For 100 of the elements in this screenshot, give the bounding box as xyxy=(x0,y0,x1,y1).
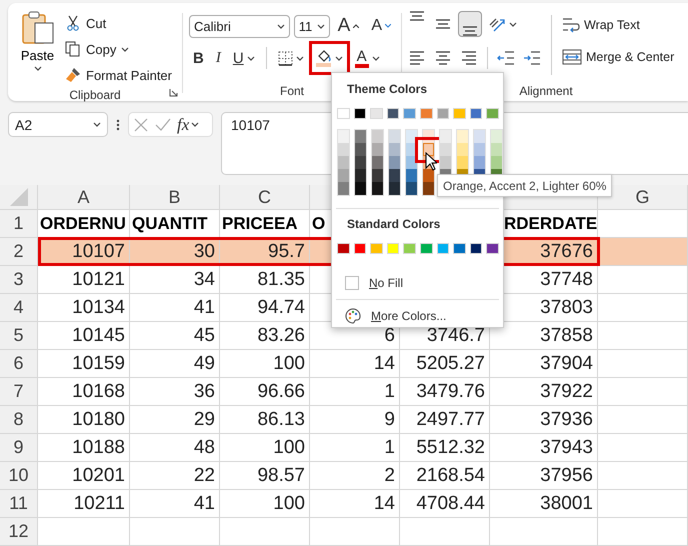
font-color-button[interactable]: A xyxy=(350,45,384,71)
color-swatch[interactable] xyxy=(491,156,502,169)
row-header[interactable]: 12 xyxy=(0,518,38,546)
paste-button[interactable]: Paste xyxy=(14,9,62,87)
color-swatch[interactable] xyxy=(355,156,366,169)
copy-button[interactable]: Copy xyxy=(61,37,176,61)
decrease-font-size-button[interactable]: A xyxy=(367,13,395,39)
color-swatch[interactable] xyxy=(372,143,383,156)
check-icon[interactable] xyxy=(155,116,171,132)
font-size-dropdown[interactable]: 11 xyxy=(294,14,330,38)
color-swatch[interactable] xyxy=(338,156,349,169)
table-cell: 98.57 xyxy=(220,462,310,490)
cancel-icon[interactable] xyxy=(133,116,149,132)
color-swatch[interactable] xyxy=(372,169,383,182)
color-swatch[interactable] xyxy=(389,156,400,169)
row-header[interactable]: 2 xyxy=(0,238,38,266)
color-swatch[interactable] xyxy=(457,143,468,156)
color-swatch[interactable] xyxy=(338,182,349,195)
cut-button[interactable]: Cut xyxy=(61,11,176,35)
color-swatch[interactable] xyxy=(491,130,502,143)
select-all-corner[interactable] xyxy=(0,185,38,210)
tooltip: Orange, Accent 2, Lighter 60% xyxy=(437,174,612,197)
row-header[interactable]: 4 xyxy=(0,294,38,322)
row-header[interactable]: 8 xyxy=(0,406,38,434)
table-cell: 41 xyxy=(130,294,220,322)
color-swatch[interactable] xyxy=(474,130,485,143)
font-name-dropdown[interactable]: Calibri xyxy=(189,14,290,38)
table-cell: 4708.44 xyxy=(400,490,490,518)
name-box[interactable]: A2 xyxy=(8,112,108,137)
column-header[interactable]: C xyxy=(220,185,310,210)
color-swatch[interactable] xyxy=(338,143,349,156)
color-swatch[interactable] xyxy=(372,156,383,169)
underline-button[interactable]: U xyxy=(228,45,259,71)
merge-center-button[interactable]: Merge & Center xyxy=(560,45,676,69)
color-swatch[interactable] xyxy=(372,130,383,143)
table-cell: 14 xyxy=(310,350,400,378)
table-cell: 10188 xyxy=(38,434,130,462)
format-painter-button[interactable]: Format Painter xyxy=(61,63,176,87)
table-cell: PRICEEA xyxy=(220,210,310,238)
table-cell: 100 xyxy=(220,490,310,518)
dialog-launcher-icon[interactable] xyxy=(169,88,178,97)
color-swatch[interactable] xyxy=(406,169,417,182)
color-swatch[interactable] xyxy=(372,182,383,195)
row-header[interactable]: 1 xyxy=(0,210,38,238)
color-swatch[interactable] xyxy=(440,156,451,169)
decrease-indent-icon xyxy=(497,50,515,66)
table-cell: 49 xyxy=(130,350,220,378)
caret-icon xyxy=(372,56,380,60)
row-header[interactable]: 5 xyxy=(0,322,38,350)
row-header[interactable]: 11 xyxy=(0,490,38,518)
color-swatch[interactable] xyxy=(457,130,468,143)
align-bottom-button[interactable] xyxy=(458,11,482,37)
row-header[interactable]: 9 xyxy=(0,434,38,462)
corner-triangle-icon xyxy=(10,188,28,206)
color-swatch[interactable] xyxy=(338,169,349,182)
color-swatch[interactable] xyxy=(491,143,502,156)
table-cell: QUANTIT xyxy=(130,210,220,238)
color-swatch[interactable] xyxy=(355,130,366,143)
color-swatch[interactable] xyxy=(423,182,434,195)
wrap-text-button[interactable]: Wrap Text xyxy=(560,13,676,37)
color-swatch[interactable] xyxy=(355,169,366,182)
table-cell: 100 xyxy=(220,434,310,462)
color-swatch[interactable] xyxy=(389,143,400,156)
color-swatch[interactable] xyxy=(474,156,485,169)
color-swatch[interactable] xyxy=(389,130,400,143)
color-swatch[interactable] xyxy=(389,182,400,195)
color-swatch[interactable] xyxy=(406,130,417,143)
color-swatch[interactable] xyxy=(355,182,366,195)
color-swatch[interactable] xyxy=(406,156,417,169)
merge-cells-icon xyxy=(562,49,582,65)
table-cell: 86.13 xyxy=(220,406,310,434)
color-swatch[interactable] xyxy=(423,143,434,156)
bold-button[interactable]: B xyxy=(189,45,208,71)
caret-icon xyxy=(191,122,200,127)
table-cell: 14 xyxy=(310,490,400,518)
color-swatch[interactable] xyxy=(355,143,366,156)
table-cell: ORDERNU xyxy=(38,210,130,238)
color-swatch[interactable] xyxy=(474,143,485,156)
color-swatch[interactable] xyxy=(406,182,417,195)
color-swatch[interactable] xyxy=(338,130,349,143)
table-cell: 96.66 xyxy=(220,378,310,406)
row-header[interactable]: 10 xyxy=(0,462,38,490)
row-header[interactable]: 6 xyxy=(0,350,38,378)
table-cell: 1 xyxy=(310,378,400,406)
column-header[interactable]: B xyxy=(130,185,220,210)
color-swatch[interactable] xyxy=(440,143,451,156)
table-cell: 2168.54 xyxy=(400,462,490,490)
column-header[interactable]: A xyxy=(38,185,130,210)
italic-button[interactable]: I xyxy=(212,45,225,71)
color-swatch[interactable] xyxy=(389,169,400,182)
table-cell: 10201 xyxy=(38,462,130,490)
color-swatch[interactable] xyxy=(440,130,451,143)
table-cell: 2497.77 xyxy=(400,406,490,434)
increase-indent-icon xyxy=(523,50,541,66)
more-options-icon[interactable] xyxy=(116,118,120,132)
increase-font-size-button[interactable]: A xyxy=(334,13,364,39)
row-header[interactable]: 7 xyxy=(0,378,38,406)
row-header[interactable]: 3 xyxy=(0,266,38,294)
color-swatch[interactable] xyxy=(457,156,468,169)
color-swatch[interactable] xyxy=(423,169,434,182)
